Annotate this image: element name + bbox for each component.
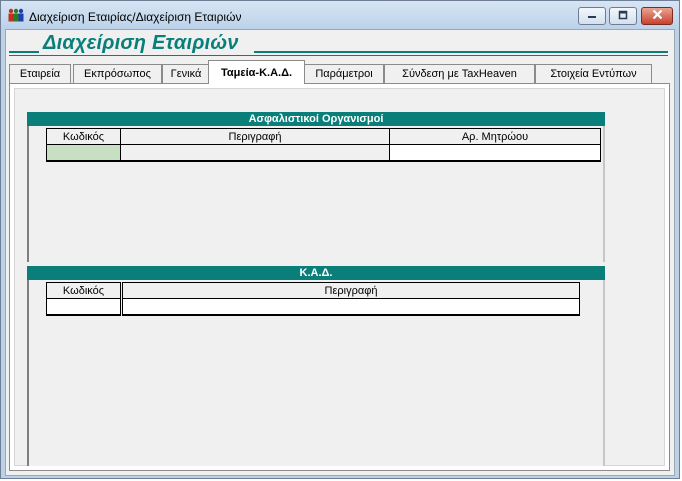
page-title: Διαχείριση Εταιριών xyxy=(43,32,239,54)
kad-code-cell[interactable] xyxy=(46,298,121,316)
maximize-icon xyxy=(618,10,628,23)
header-divider xyxy=(9,51,39,53)
insurance-description-cell[interactable] xyxy=(120,144,390,162)
minimize-button[interactable] xyxy=(578,7,606,25)
tab-funds-kad[interactable]: Ταμεία-Κ.Α.Δ. xyxy=(208,60,305,84)
panel-inner: Ασφαλιστικοί Οργανισμοί Κωδικός Περιγραφ… xyxy=(14,88,665,466)
insurance-registry-cell[interactable] xyxy=(389,144,601,162)
kad-grid-caption: Κ.Α.Δ. xyxy=(27,266,605,280)
close-icon xyxy=(652,9,663,23)
users-group-icon[interactable] xyxy=(7,8,25,22)
tab-taxheaven[interactable]: Σύνδεση με TaxHeaven xyxy=(384,64,535,83)
column-header-code[interactable]: Κωδικός xyxy=(46,282,121,299)
tab-representative[interactable]: Εκπρόσωπος xyxy=(73,64,162,83)
column-header-description[interactable]: Περιγραφή xyxy=(122,282,580,299)
minimize-icon xyxy=(587,10,597,23)
kad-description-cell[interactable] xyxy=(122,298,580,316)
column-header-code[interactable]: Κωδικός xyxy=(46,128,121,145)
window-title: Διαχείριση Εταιρίας/Διαχείριση Εταιριών xyxy=(29,10,242,24)
column-header-registry-number[interactable]: Αρ. Μητρώου xyxy=(389,128,601,145)
header-divider xyxy=(9,55,668,56)
tab-parameters[interactable]: Παράμετροι xyxy=(304,64,384,83)
maximize-button[interactable] xyxy=(609,7,637,25)
kad-grid[interactable]: Κωδικός Περιγραφή xyxy=(27,280,605,466)
tab-company[interactable]: Εταιρεία xyxy=(9,64,71,83)
app-window: Διαχείριση Εταιρίας/Διαχείριση Εταιριών … xyxy=(0,0,680,479)
insurance-grid[interactable]: Κωδικός Περιγραφή Αρ. Μητρώου xyxy=(27,126,605,262)
insurance-grid-caption: Ασφαλιστικοί Οργανισμοί xyxy=(27,112,605,126)
header-divider xyxy=(254,51,668,53)
tab-form-details[interactable]: Στοιχεία Εντύπων xyxy=(535,64,652,83)
insurance-code-cell[interactable] xyxy=(46,144,121,162)
client-area: Διαχείριση Εταιριών Εταιρεία Εκπρόσωπος … xyxy=(5,29,675,476)
tab-general[interactable]: Γενικά xyxy=(162,64,210,83)
column-header-description[interactable]: Περιγραφή xyxy=(120,128,390,145)
close-button[interactable] xyxy=(641,7,673,25)
title-bar[interactable]: Διαχείριση Εταιρίας/Διαχείριση Εταιριών xyxy=(1,1,679,29)
tab-panel-funds-kad: Ασφαλιστικοί Οργανισμοί Κωδικός Περιγραφ… xyxy=(9,83,670,471)
